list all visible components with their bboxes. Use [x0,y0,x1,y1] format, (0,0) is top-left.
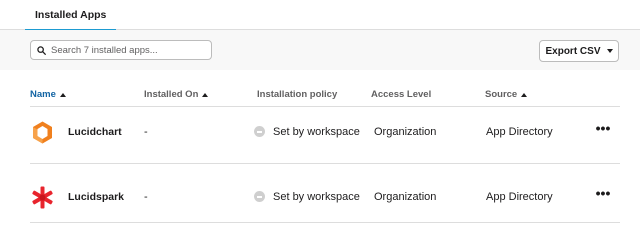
chevron-down-icon [606,49,613,53]
row-divider [30,222,620,223]
column-header-access-level-label: Access Level [371,89,432,100]
column-header-name[interactable]: Name [30,89,66,100]
export-csv-label: Export CSV [545,45,601,57]
lucidchart-logo-icon [33,121,52,144]
sort-ascending-icon [59,92,66,97]
source-value: App Directory [486,191,553,203]
column-header-installed-on-label: Installed On [144,89,199,100]
tab-installed-apps[interactable]: Installed Apps [25,0,117,31]
source-value: App Directory [486,126,553,138]
tab-bar: Installed Apps [0,0,640,31]
access-level-value: Organization [374,191,437,203]
search-icon [37,45,46,55]
column-header-access-level: Access Level [371,89,431,100]
policy-status-icon [254,126,265,137]
access-level-value: Organization [374,126,437,138]
app-name[interactable]: Lucidspark [68,191,124,203]
table-header: Name Installed On Installation policy Ac… [0,80,640,107]
toolbar: Export CSV [0,30,640,70]
lucidspark-logo-icon [32,186,53,209]
row-divider [30,163,620,164]
column-header-installed-on[interactable]: Installed On [144,89,209,100]
search-box[interactable] [30,40,212,60]
installed-on-value: - [144,191,148,203]
search-input[interactable] [51,44,201,56]
policy-status-icon [254,191,265,202]
column-header-name-label: Name [30,89,56,100]
app-name[interactable]: Lucidchart [68,126,122,138]
more-actions-button[interactable]: ••• [592,186,614,204]
column-header-installation-policy: Installation policy [257,89,337,100]
column-header-source[interactable]: Source [485,89,528,100]
column-header-installation-policy-label: Installation policy [257,89,338,100]
sort-ascending-icon [521,92,528,97]
table-row[interactable]: Lucidchart - Set by workspace Organizati… [0,107,640,157]
installed-on-value: - [144,126,148,138]
column-header-source-label: Source [485,89,518,100]
table-row[interactable]: Lucidspark - Set by workspace Organizati… [0,172,640,222]
installation-policy-value: Set by workspace [273,191,360,203]
more-actions-button[interactable]: ••• [592,121,614,139]
sort-ascending-icon [202,92,209,97]
export-csv-button[interactable]: Export CSV [539,40,619,62]
installation-policy-value: Set by workspace [273,126,360,138]
